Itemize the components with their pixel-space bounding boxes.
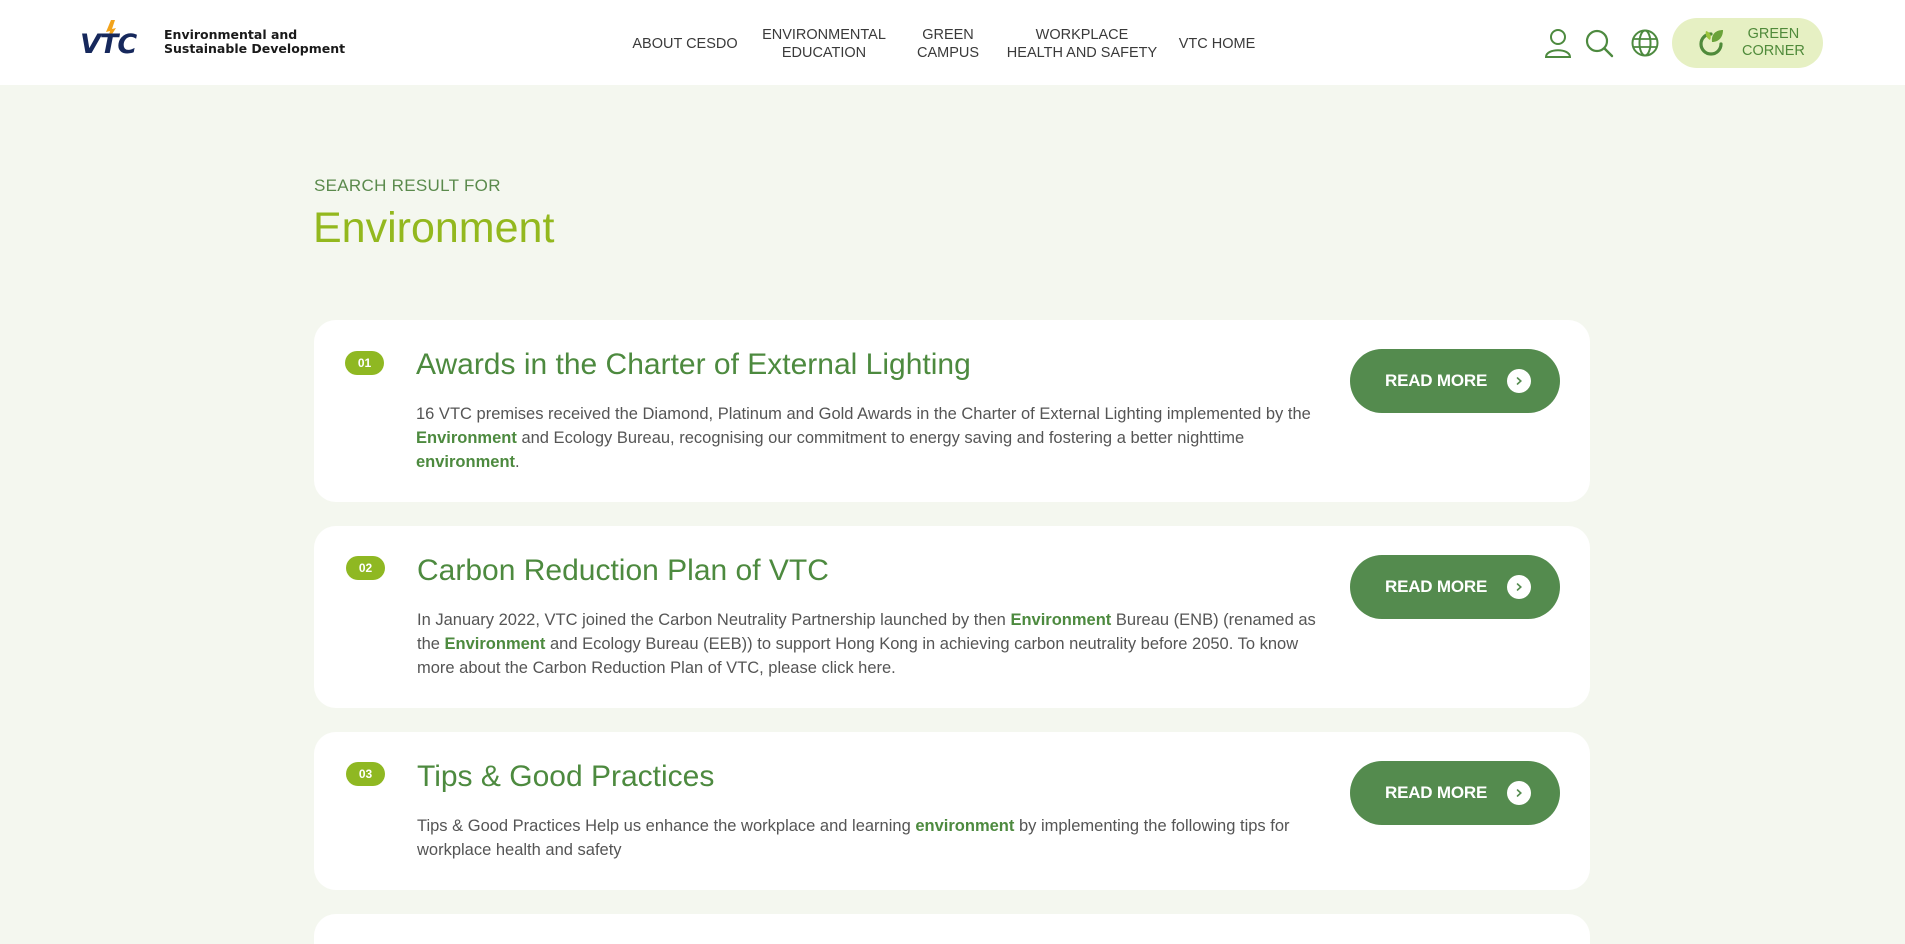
result-number-badge: 03 — [346, 762, 385, 786]
result-number-badge: 01 — [345, 351, 384, 375]
highlighted-term: Environment — [444, 635, 546, 653]
nav-about-cesdo[interactable]: ABOUT CESDO — [632, 35, 737, 53]
nav-workplace-health-safety[interactable]: WORKPLACE HEALTH AND SAFETY — [1007, 26, 1157, 62]
logo-text: Environmental and Sustainable Developmen… — [164, 28, 345, 56]
logo-vtc-text: VTC — [80, 29, 137, 60]
result-description: 16 VTC premises received the Diamond, Pl… — [416, 402, 1316, 474]
result-card — [314, 914, 1590, 944]
result-description: Tips & Good Practices Help us enhance th… — [417, 814, 1317, 862]
description-text: Tips & Good Practices Help us enhance th… — [417, 817, 916, 835]
search-icon[interactable] — [1582, 24, 1616, 62]
description-text: 16 VTC premises received the Diamond, Pl… — [416, 405, 1311, 423]
result-title[interactable]: Tips & Good Practices — [417, 760, 714, 794]
description-text: . — [515, 453, 520, 471]
read-more-label: READ MORE — [1385, 371, 1488, 390]
read-more-button[interactable]: READ MORE — [1350, 555, 1560, 619]
description-text: and Ecology Bureau, recognising our comm… — [516, 429, 1245, 447]
chevron-right-icon — [1507, 575, 1532, 599]
user-icon[interactable] — [1541, 24, 1575, 62]
search-result-label: SEARCH RESULT FOR — [314, 176, 501, 195]
green-corner-label: GREEN CORNER — [1742, 26, 1805, 59]
result-card: 02 Carbon Reduction Plan of VTC In Janua… — [314, 526, 1590, 708]
result-card: 03 Tips & Good Practices Tips & Good Pra… — [314, 732, 1590, 890]
result-title[interactable]: Awards in the Charter of External Lighti… — [416, 348, 971, 382]
logo-line-2: Sustainable Development — [164, 41, 346, 56]
read-more-button[interactable]: READ MORE — [1350, 349, 1560, 413]
read-more-button[interactable]: READ MORE — [1350, 761, 1560, 825]
site-header: VTC Environmental and Sustainable Develo… — [0, 0, 1905, 85]
result-title[interactable]: Carbon Reduction Plan of VTC — [417, 554, 829, 588]
vtc-logo-mark: VTC — [80, 20, 144, 64]
result-description: In January 2022, VTC joined the Carbon N… — [417, 608, 1317, 680]
result-card: 01 Awards in the Charter of External Lig… — [314, 320, 1590, 502]
read-more-label: READ MORE — [1385, 577, 1488, 596]
globe-icon[interactable] — [1628, 24, 1662, 62]
highlighted-term: Environment — [416, 429, 517, 447]
nav-environmental-education[interactable]: ENVIRONMENTAL EDUCATION — [762, 26, 886, 62]
description-text: In January 2022, VTC joined the Carbon N… — [417, 611, 1011, 629]
chevron-right-icon — [1507, 369, 1532, 393]
nav-vtc-home[interactable]: VTC HOME — [1179, 35, 1256, 53]
highlighted-term: environment — [915, 817, 1015, 835]
read-more-label: READ MORE — [1385, 783, 1488, 802]
description-text: and Ecology Bureau (EEB)) to support Hon… — [417, 635, 1299, 677]
search-term: Environment — [313, 204, 555, 252]
chevron-right-icon — [1507, 781, 1532, 805]
nav-green-campus[interactable]: GREEN CAMPUS — [917, 26, 979, 62]
highlighted-term: Environment — [1010, 611, 1112, 629]
result-number-badge: 02 — [346, 556, 385, 580]
green-corner-button[interactable]: GREEN CORNER — [1672, 18, 1823, 68]
highlighted-term: environment — [416, 453, 516, 471]
leaf-cycle-icon — [1699, 30, 1723, 56]
logo-line-1: Environmental and — [164, 27, 298, 42]
vtc-logo[interactable]: VTC Environmental and Sustainable Develo… — [80, 20, 345, 64]
